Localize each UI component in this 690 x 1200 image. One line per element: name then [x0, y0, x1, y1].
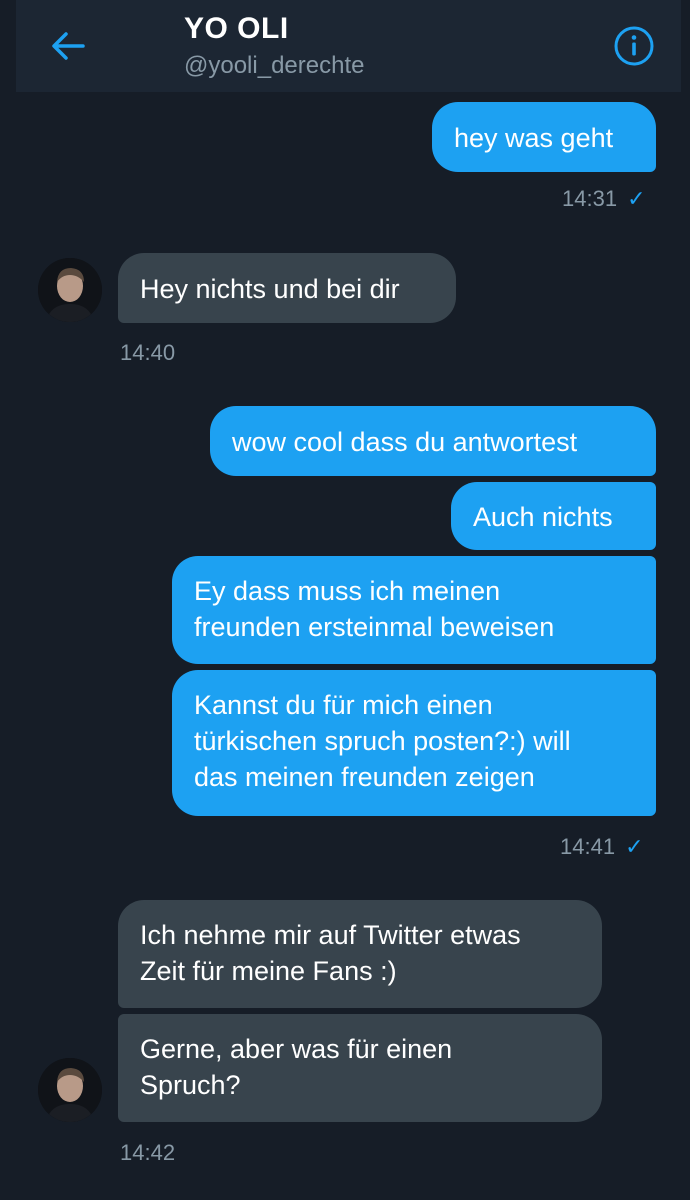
avatar-image: [38, 1058, 102, 1122]
checkmark-icon: ✓: [625, 834, 644, 859]
message-text: wow cool dass du antwortest: [232, 427, 578, 457]
message-timestamp: 14:41 ✓: [560, 834, 644, 860]
message-text-line: Gerne, aber was für einen: [140, 1034, 453, 1064]
conversation-header: YO OLI @yooli_derechte: [16, 0, 681, 92]
avatar[interactable]: [38, 258, 102, 322]
message-bubble-sent[interactable]: Auch nichts: [451, 482, 656, 550]
message-bubble-sent[interactable]: wow cool dass du antwortest: [210, 406, 656, 476]
info-icon: [614, 26, 654, 66]
avatar[interactable]: [38, 1058, 102, 1122]
back-button[interactable]: [46, 24, 90, 68]
message-bubble-sent[interactable]: Kannst du für mich einen türkischen spru…: [172, 670, 656, 816]
message-text: Hey nichts und bei dir: [140, 274, 400, 304]
message-text-line: Ey dass muss ich meinen: [194, 576, 501, 606]
timestamp-text: 14:31: [562, 186, 618, 211]
info-button[interactable]: [611, 23, 657, 69]
message-text-line: türkischen spruch posten?:) will: [194, 726, 571, 756]
message-bubble-sent[interactable]: hey was geht: [432, 102, 656, 172]
message-bubble-received[interactable]: Gerne, aber was für einen Spruch?: [118, 1014, 602, 1122]
message-bubble-received[interactable]: Ich nehme mir auf Twitter etwas Zeit für…: [118, 900, 602, 1008]
conversation-title: YO OLI: [184, 12, 289, 45]
message-text-line: Kannst du für mich einen: [194, 690, 493, 720]
message-text-line: Ich nehme mir auf Twitter etwas: [140, 920, 521, 950]
message-text-line: das meinen freunden zeigen: [194, 762, 535, 792]
checkmark-icon: ✓: [627, 186, 646, 211]
message-timestamp: 14:42: [120, 1140, 176, 1165]
avatar-image: [38, 258, 102, 322]
message-timestamp: 14:31 ✓: [562, 186, 646, 212]
message-bubble-sent[interactable]: Ey dass muss ich meinen freunden erstein…: [172, 556, 656, 664]
message-timestamp: 14:40: [120, 340, 176, 365]
message-text-line: Spruch?: [140, 1070, 241, 1100]
message-bubble-received[interactable]: Hey nichts und bei dir: [118, 253, 456, 323]
timestamp-text: 14:41: [560, 834, 616, 859]
message-text-line: freunden ersteinmal beweisen: [194, 612, 555, 642]
back-arrow-icon: [52, 32, 85, 60]
message-text-line: Zeit für meine Fans :): [140, 956, 397, 986]
conversation-handle: @yooli_derechte: [184, 52, 365, 79]
message-text: hey was geht: [454, 123, 614, 153]
message-text: Auch nichts: [473, 502, 613, 532]
